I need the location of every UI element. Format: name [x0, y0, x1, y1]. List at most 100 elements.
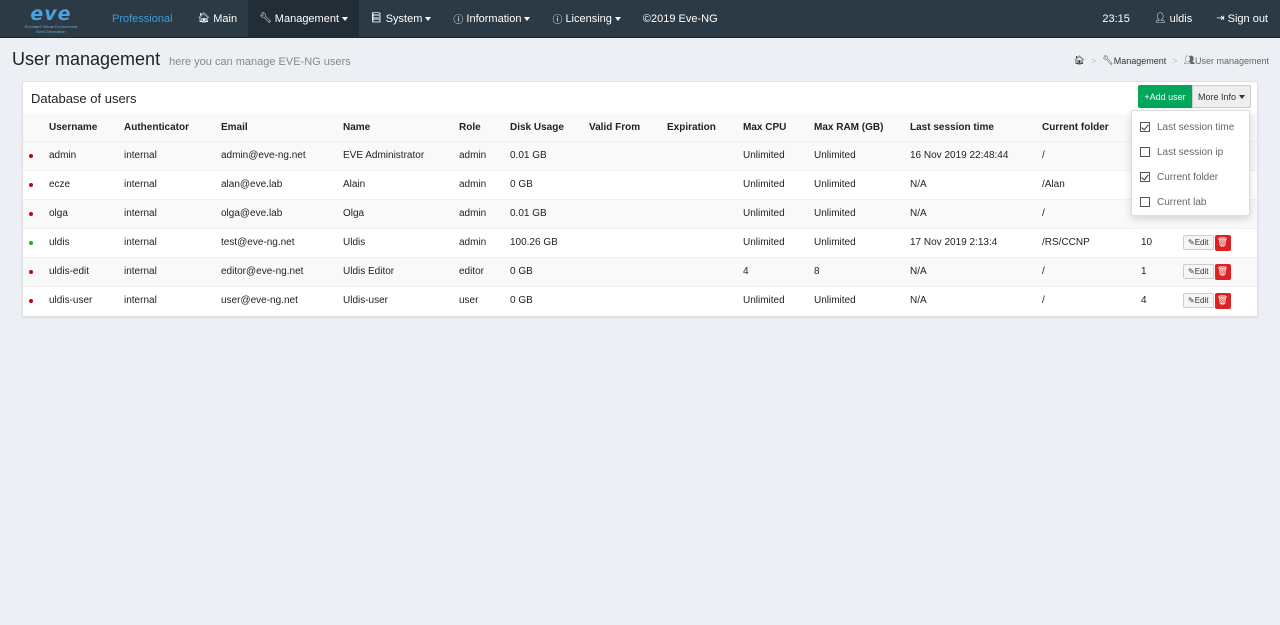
cell-ram: Unlimited [814, 285, 910, 315]
nav-right: 23:15 👤︎ uldis ⇥ Sign out [1090, 0, 1280, 37]
checkbox-current-lab[interactable] [1140, 197, 1150, 207]
edit-label: Edit [1194, 267, 1209, 277]
status-cell [23, 140, 49, 170]
menu-item-last-session-ip[interactable]: Last session ip [1140, 144, 1223, 160]
cell-email: olga@eve.lab [221, 198, 343, 228]
nav-information[interactable]: ⓘ Information [442, 0, 541, 37]
edit-icon: ✎ [1188, 296, 1195, 306]
delete-button[interactable]: 🗑︎ [1214, 234, 1231, 251]
cell-email: admin@eve-ng.net [221, 140, 343, 170]
cell-auth: internal [124, 169, 221, 199]
top-navbar: eve Emulated Virtual Environment Next Ge… [0, 0, 1280, 38]
menu-item-current-folder[interactable]: Current folder [1140, 169, 1218, 185]
brand-edition[interactable]: Professional [112, 13, 173, 25]
menu-item-current-lab[interactable]: Current lab [1140, 194, 1206, 210]
cell-cpu: Unlimited [743, 285, 814, 315]
delete-button[interactable]: 🗑︎ [1214, 292, 1231, 309]
nav-information-label: Information [466, 12, 522, 25]
header-last-session[interactable]: Last session time [910, 114, 1042, 142]
users-icon: 👥︎ [1183, 55, 1195, 65]
trash-icon: 🗑︎ [1216, 237, 1229, 247]
header-max-ram[interactable]: Max RAM (GB) [814, 114, 910, 142]
nav-licensing-label: Licensing [565, 12, 612, 25]
eve-logo[interactable]: eve Emulated Virtual Environment Next Ge… [17, 4, 85, 34]
cell-disk: 0 GB [510, 256, 589, 286]
table-row: olga internal olga@eve.lab Olga admin 0.01 GB… [23, 198, 1257, 228]
cell-auth: internal [124, 256, 221, 286]
delete-button[interactable]: 🗑︎ [1214, 263, 1231, 280]
nav-system[interactable]: 📘︎ System [359, 0, 442, 37]
nav-main[interactable]: 🏠︎ Main [187, 0, 249, 37]
edit-button[interactable]: ✎ Edit [1183, 293, 1214, 309]
nav-management-label: Management [274, 12, 340, 25]
header-disk-usage[interactable]: Disk Usage [510, 114, 589, 142]
status-cell [23, 256, 49, 286]
breadcrumb-management[interactable]: Management [1114, 56, 1167, 66]
nav-signout-label: Sign out [1227, 12, 1268, 25]
nav-main-label: Main [213, 12, 238, 25]
cell-folder: / [1042, 256, 1141, 286]
actions-cell: ✎ Edit 🗑︎ [1183, 256, 1257, 286]
cell-auth: internal [124, 198, 221, 228]
header-max-cpu[interactable]: Max CPU [743, 114, 814, 142]
table-row: uldis internal test@eve-ng.net Uldis admin 10… [23, 227, 1257, 257]
status-dot [29, 183, 33, 187]
cell-ram: Unlimited [814, 198, 910, 228]
book-icon: 📘︎ [370, 13, 383, 24]
chevron-down-icon [614, 16, 621, 21]
user-icon: 👤︎ [1153, 13, 1167, 24]
nav-copyright-label: ©2019 Eve-NG [642, 12, 718, 25]
checkbox-current-folder[interactable] [1140, 172, 1150, 182]
cell-role: editor [459, 256, 510, 286]
cell-email: test@eve-ng.net [221, 227, 343, 257]
header-role[interactable]: Role [459, 114, 510, 142]
nav-user[interactable]: 👤︎ uldis [1142, 0, 1204, 37]
status-dot [29, 270, 33, 274]
nav-signout[interactable]: ⇥ Sign out [1204, 0, 1280, 37]
header-name[interactable]: Name [343, 114, 459, 142]
cell-disk: 0.01 GB [510, 140, 589, 170]
add-user-button[interactable]: +Add user [1138, 85, 1192, 108]
cell-ram: 8 [814, 256, 910, 286]
actions-cell: ✎ Edit 🗑︎ [1183, 227, 1257, 257]
header-username[interactable]: Username [49, 114, 124, 142]
cell-last-session: N/A [910, 256, 1042, 286]
logo-subtext-2: Next Generation [36, 28, 66, 34]
header-valid-from[interactable]: Valid From [589, 114, 667, 142]
status-dot [29, 154, 33, 158]
table-row: ecze internal alan@eve.lab Alain admin 0 GB Un… [23, 169, 1257, 199]
cell-valid-from [589, 140, 667, 170]
cell-role: admin [459, 169, 510, 199]
page-subtitle: here you can manage EVE-NG users [169, 56, 351, 68]
cell-valid-from [589, 198, 667, 228]
cell-name: Uldis-user [343, 285, 459, 315]
cell-cpu: Unlimited [743, 140, 814, 170]
cell-auth: internal [124, 285, 221, 315]
cell-count: 10 [1141, 227, 1183, 257]
clock: 23:15 [1090, 0, 1142, 37]
edit-button[interactable]: ✎ Edit [1183, 235, 1214, 251]
more-info-button[interactable]: More Info [1192, 85, 1251, 108]
checkbox-last-session-ip[interactable] [1140, 147, 1150, 157]
header-expiration[interactable]: Expiration [667, 114, 743, 142]
cell-valid-from [589, 285, 667, 315]
nav-licensing[interactable]: ⓘ Licensing [541, 0, 631, 37]
info-icon: ⓘ [453, 15, 464, 26]
home-icon[interactable]: 🏠︎ [1074, 55, 1085, 66]
cell-disk: 0 GB [510, 169, 589, 199]
checkbox-last-session-time[interactable] [1140, 122, 1150, 132]
edit-button[interactable]: ✎ Edit [1183, 264, 1214, 280]
home-icon: 🏠︎ [197, 13, 211, 24]
header-authenticator[interactable]: Authenticator [124, 114, 221, 142]
table-row: uldis-edit internal editor@eve-ng.net Uldis… [23, 256, 1257, 286]
cell-expiration [667, 227, 743, 257]
cell-name: Uldis Editor [343, 256, 459, 286]
header-current-folder[interactable]: Current folder [1042, 114, 1141, 142]
status-dot [29, 299, 33, 304]
edit-icon: ✎ [1188, 238, 1195, 248]
nav-copyright[interactable]: ©2019 Eve-NG [632, 0, 729, 37]
menu-item-last-session-time[interactable]: Last session time [1140, 119, 1234, 135]
nav-management[interactable]: 🔧︎ Management [248, 0, 360, 37]
header-email[interactable]: Email [221, 114, 343, 142]
cell-valid-from [589, 256, 667, 286]
